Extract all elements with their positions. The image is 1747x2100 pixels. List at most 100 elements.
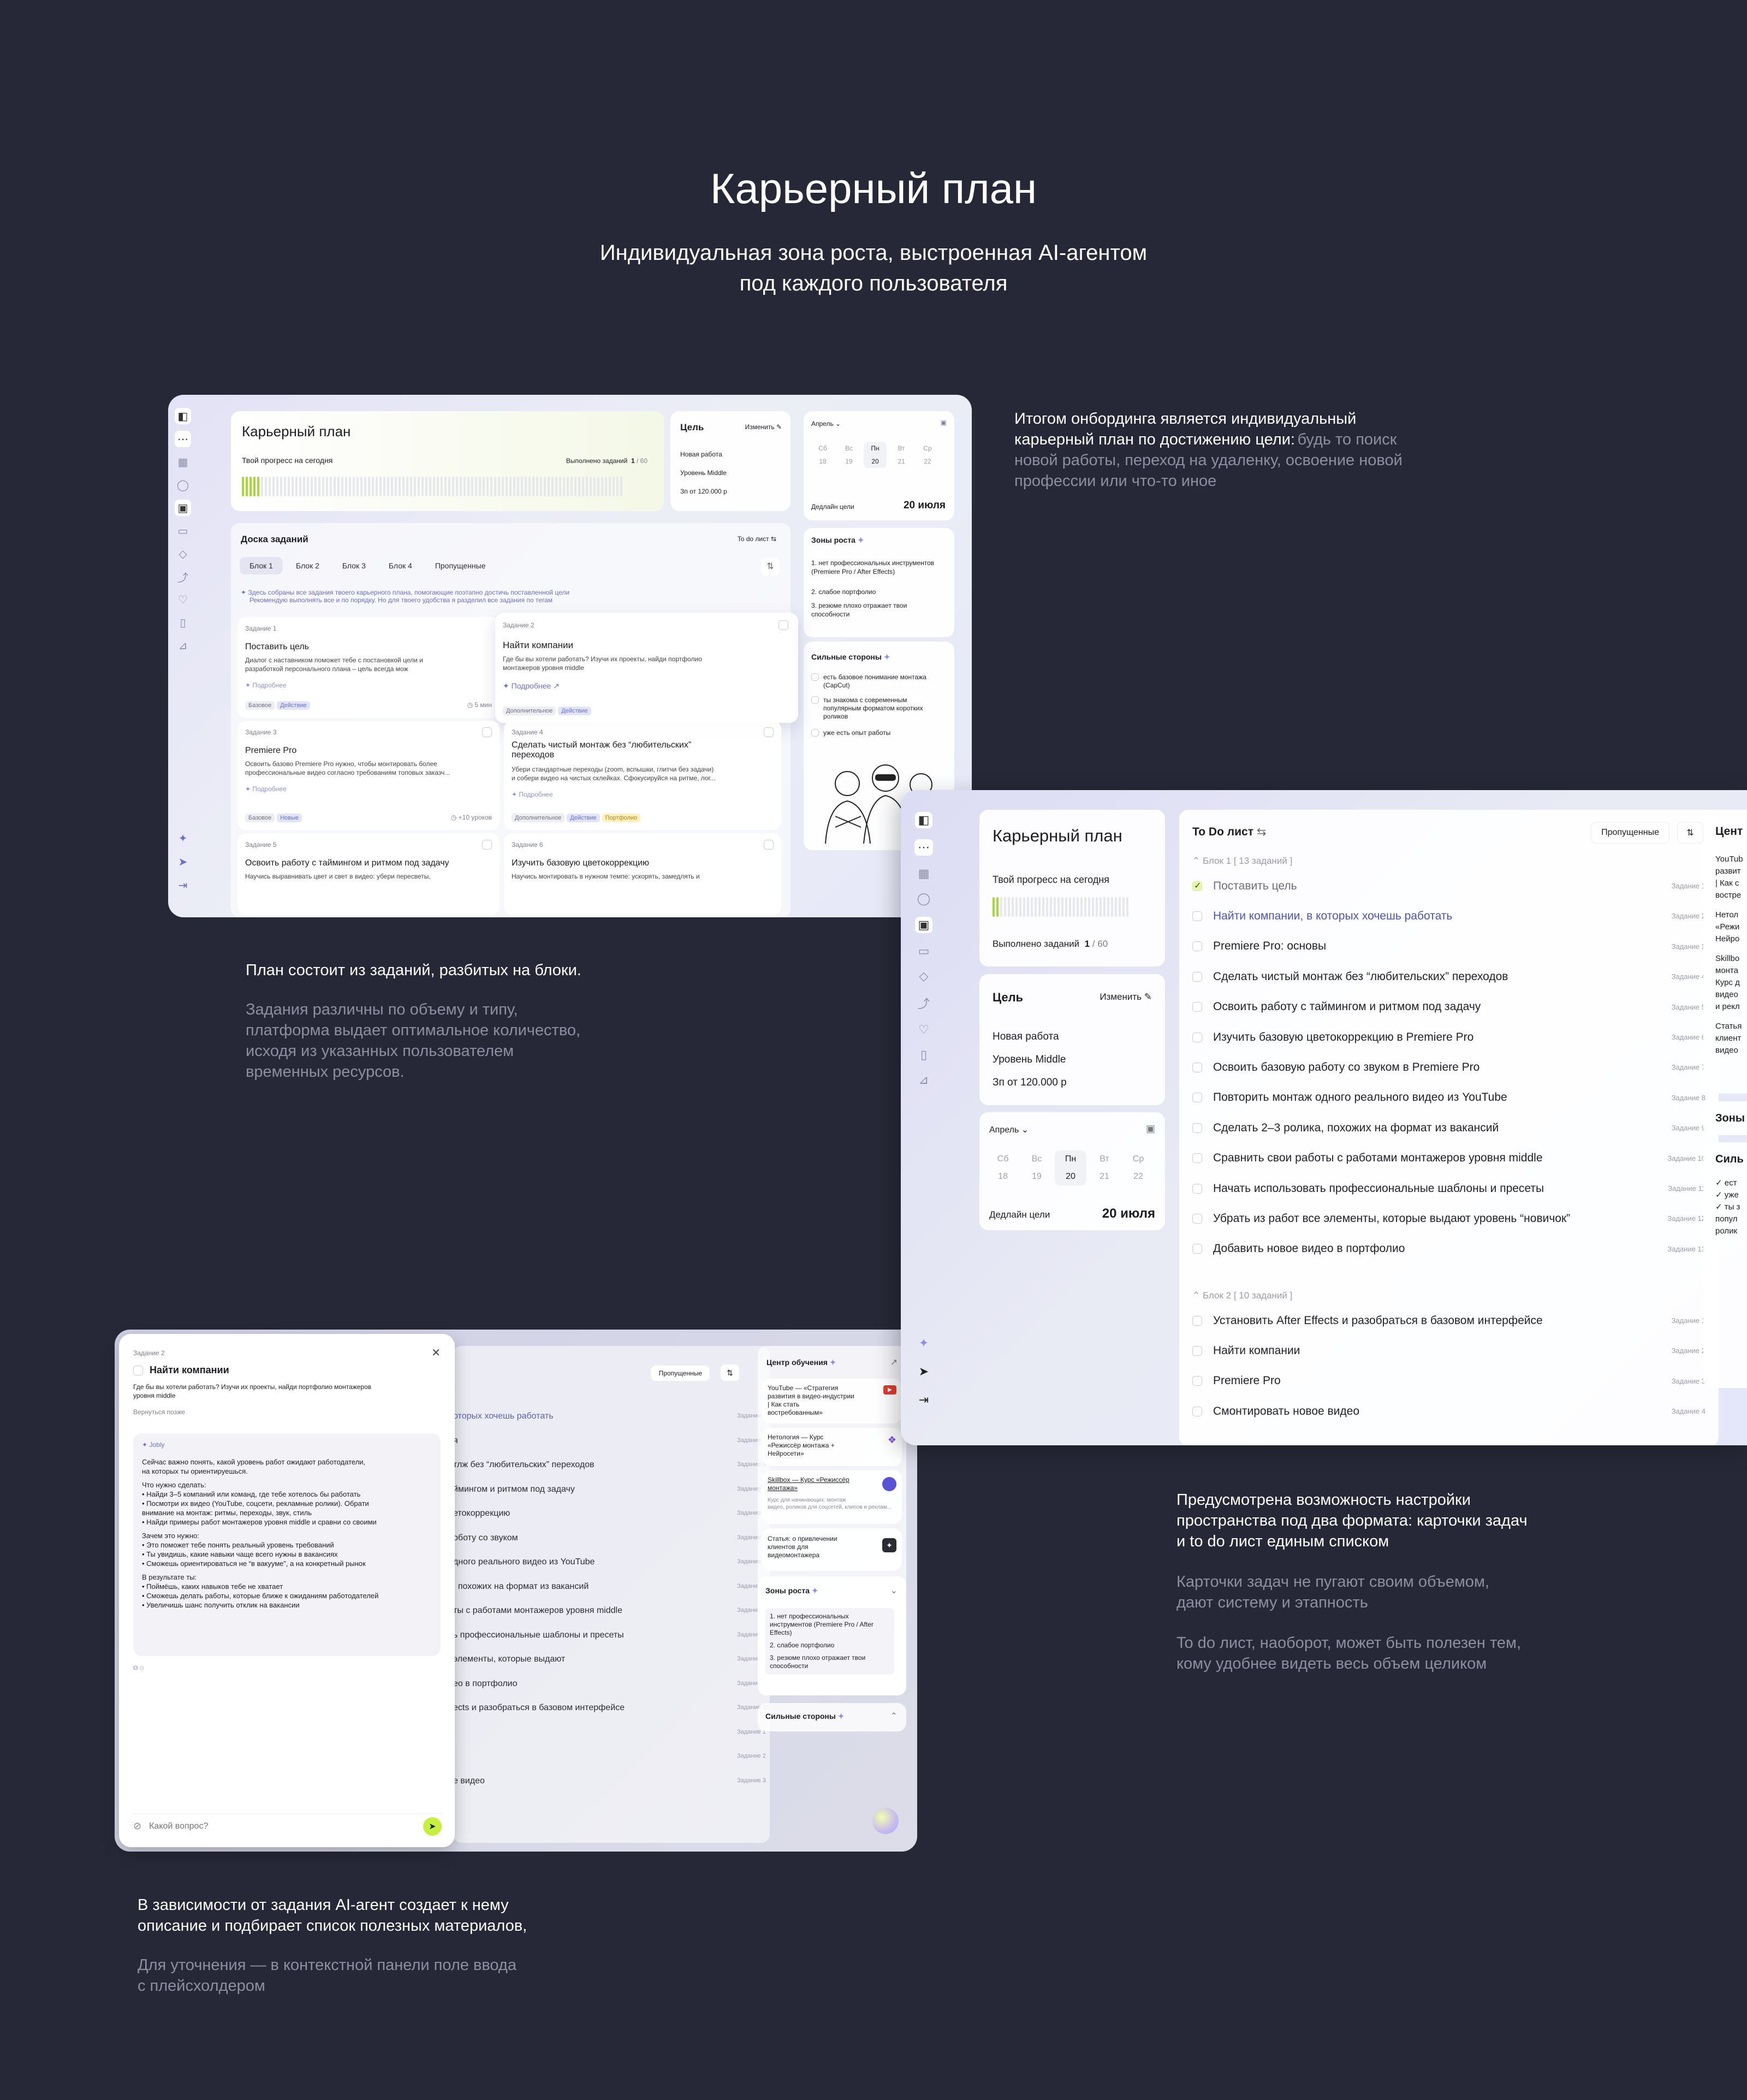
task-checkbox[interactable] (1192, 1153, 1202, 1164)
task-checkbox[interactable] (1192, 880, 1202, 891)
task-checkbox[interactable] (1192, 1345, 1202, 1356)
task-card[interactable]: Задание 6 Изучить базовую цветокоррекцию… (504, 833, 781, 915)
run-icon[interactable]: ⤴ (175, 568, 191, 585)
block-1-header[interactable]: ⌃ Блок 1 [ 13 заданий ] (1192, 856, 1292, 867)
calendar-icon[interactable]: ▣ (941, 419, 947, 426)
calendar-icon[interactable]: ▣ (1146, 1123, 1155, 1135)
goal-edit-button[interactable]: Изменить ✎ (745, 423, 782, 431)
book-icon[interactable]: ▯ (175, 614, 191, 631)
logout-icon[interactable]: ⇥ (179, 879, 188, 892)
telegram-icon[interactable]: ➤ (919, 1365, 929, 1379)
grid-icon[interactable]: ▦ (918, 867, 930, 881)
task-card[interactable]: Задание 3 Premiere Pro Освоить базово Pr… (237, 721, 500, 830)
task-checkbox[interactable] (1192, 1093, 1202, 1103)
resource-item[interactable]: Статья: о привлечении клиентов для видеомо… (762, 1528, 902, 1571)
chat-input[interactable] (149, 1821, 415, 1831)
todo-link[interactable]: To do лист ⇆ (738, 535, 776, 543)
todo-item[interactable]: Освоить работу с таймингом и ритмом под … (1192, 992, 1706, 1022)
user-icon[interactable]: ◯ (175, 477, 191, 493)
todo-item[interactable]: Premiere Pro: основы Задание 3 (1192, 932, 1706, 962)
task-card-hovered[interactable]: Задание 2 Найти компании Где бы вы хотел… (495, 613, 798, 723)
expand-icon[interactable]: ⌃ (890, 1711, 898, 1722)
task-checkbox[interactable] (779, 620, 788, 630)
sidebar-toggle-icon[interactable]: ◧ (914, 812, 933, 828)
sidebar-toggle-icon[interactable]: ◧ (175, 408, 191, 424)
tab-block-2[interactable]: Блок 2 (286, 557, 329, 574)
todo-item[interactable]: Освоить базовую работу со звуком в Premi… (1192, 1052, 1706, 1082)
task-checkbox[interactable] (1192, 971, 1202, 982)
more-link[interactable]: ✦ Подробнее (245, 681, 287, 689)
chart-icon[interactable]: ⊿ (175, 637, 191, 654)
collapse-icon[interactable]: ⌄ (890, 1585, 898, 1596)
todo-item[interactable]: Поставить цель Задание 1 (1192, 871, 1706, 901)
resource-item[interactable]: Skillbox — Курс «Режиссёр монтажа» Курс д… (762, 1470, 902, 1524)
task-checkbox[interactable] (1192, 941, 1202, 952)
goal-edit-button[interactable]: Изменить ✎ (1100, 992, 1152, 1002)
close-icon[interactable]: ✕ (431, 1346, 441, 1360)
todo-item[interactable]: Убрать из работ все элементы, которые вы… (1192, 1203, 1706, 1233)
calendar-day-today[interactable]: Пн 20 (1055, 1150, 1086, 1185)
book-icon[interactable]: ▯ (920, 1048, 927, 1062)
task-checkbox[interactable] (1192, 1315, 1202, 1326)
task-card[interactable]: Задание 4 Сделать чистый монтаж без “люб… (504, 721, 781, 830)
task-checkbox[interactable] (764, 727, 774, 737)
task-checkbox[interactable] (133, 1365, 143, 1375)
task-checkbox[interactable] (1192, 1183, 1202, 1194)
tab-block-1[interactable]: Блок 1 (240, 557, 283, 574)
calendar-day[interactable]: Сб 18 (811, 442, 834, 468)
tab-missed[interactable]: Пропущенные (425, 557, 496, 574)
task-card[interactable]: Задание 5 Освоить работу с таймингом и р… (237, 833, 500, 915)
tab-block-4[interactable]: Блок 4 (379, 557, 422, 574)
calendar-month[interactable]: Апрель ⌄ (811, 420, 841, 428)
missed-button[interactable]: Пропущенные (651, 1366, 710, 1381)
grid-icon[interactable]: ▦ (175, 454, 191, 470)
user-icon[interactable]: ◯ (917, 892, 931, 906)
todo-item[interactable]: Повторить монтаж одного реального видео … (1192, 1083, 1706, 1113)
archive-icon[interactable]: ▣ (175, 500, 191, 516)
task-checkbox[interactable] (1192, 1244, 1202, 1254)
telegram-icon[interactable]: ➤ (179, 855, 188, 869)
sort-icon[interactable]: ⇅ (761, 558, 780, 576)
heart-icon[interactable]: ♡ (175, 591, 191, 608)
todo-item[interactable]: Смонтировать новое видео Задание 4 (1192, 1396, 1706, 1426)
todo-item[interactable]: Найти компании Задание 2 (1192, 1336, 1706, 1366)
chart-icon[interactable]: ⊿ (919, 1073, 929, 1087)
sort-icon[interactable]: ⇅ (1677, 822, 1703, 844)
ai-sparkle-icon[interactable]: ✦ (919, 1336, 929, 1350)
calendar-day-today[interactable]: Пн 20 (864, 442, 887, 468)
graduation-icon[interactable]: ◇ (919, 969, 929, 983)
todo-item[interactable]: Сделать чистый монтаж без “любительских”… (1192, 962, 1706, 992)
calendar-day[interactable]: Вт 21 (890, 442, 913, 468)
task-checkbox[interactable] (1192, 911, 1202, 921)
block-2-header[interactable]: ⌃ Блок 2 [ 10 заданий ] (1192, 1290, 1292, 1301)
todo-item[interactable]: Начать использовать профессиональные шаб… (1192, 1173, 1706, 1203)
resource-item[interactable]: Нетология — Курс «Режиссёр монтажа + Нейро… (762, 1428, 902, 1466)
more-icon[interactable]: ⋯ (175, 431, 191, 447)
todo-item[interactable]: Premiere Pro Задание 3 (1192, 1366, 1706, 1396)
calendar-day[interactable]: Ср 22 (1122, 1150, 1154, 1185)
todo-item[interactable]: Добавить новое видео в портфолио Задание … (1192, 1234, 1706, 1264)
calendar-day[interactable]: Вт 21 (1089, 1150, 1120, 1185)
document-icon[interactable]: ▭ (175, 523, 191, 539)
resource-item[interactable]: YouTube — «Стратегия развития в видео-инд… (762, 1379, 902, 1423)
task-checkbox[interactable] (1192, 1213, 1202, 1224)
calendar-day[interactable]: Сб 18 (987, 1150, 1019, 1185)
tab-block-3[interactable]: Блок 3 (332, 557, 376, 574)
calendar-day[interactable]: Вс 19 (837, 442, 860, 468)
todo-item[interactable]: Установить After Effects и разобраться в… (1192, 1306, 1706, 1336)
todo-item[interactable]: Сделать 2–3 ролика, похожих на формат из… (1192, 1113, 1706, 1143)
run-icon[interactable]: ⤴ (918, 994, 930, 1012)
calendar-day[interactable]: Ср 22 (916, 442, 939, 468)
todo-item[interactable]: Найти компании, в которых хочешь работат… (1192, 901, 1706, 931)
open-icon[interactable]: ↗ (890, 1357, 898, 1368)
calendar-day[interactable]: Вс 19 (1021, 1150, 1053, 1185)
attach-icon[interactable]: ⊘ (133, 1820, 141, 1832)
todo-item[interactable]: Сравнить свои работы с работами монтажер… (1192, 1143, 1706, 1173)
calendar-month[interactable]: Апрель ⌄ (989, 1124, 1029, 1135)
task-checkbox[interactable] (1192, 1406, 1202, 1416)
more-link[interactable]: ✦ Подробнее ↗ (503, 681, 560, 691)
task-card[interactable]: Задание 1 Поставить цель Диалог с настав… (237, 617, 500, 718)
task-checkbox[interactable] (482, 840, 492, 850)
ai-orb-icon[interactable] (872, 1808, 899, 1834)
task-checkbox[interactable] (1192, 1123, 1202, 1133)
